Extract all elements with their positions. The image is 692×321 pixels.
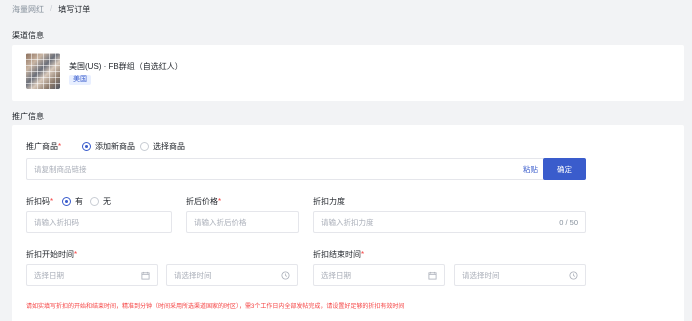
start-time-picker[interactable]: 请选择时间 [166, 264, 298, 286]
calendar-icon [428, 271, 437, 280]
end-time-picker[interactable]: 请选择时间 [454, 264, 586, 286]
radio-dot [140, 142, 149, 151]
breadcrumb-parent[interactable]: 海量网红 [12, 4, 44, 15]
channel-section-title: 渠道信息 [12, 31, 44, 40]
clock-icon [281, 270, 290, 280]
country-tag: 美国 [69, 75, 91, 85]
breadcrumb-separator: / [50, 4, 53, 13]
discount-strength-label: 折扣力度 [313, 197, 345, 206]
price-after-label: 折后价格* [186, 197, 222, 206]
breadcrumb: 海量网红 / 填写订单 [12, 4, 90, 15]
radio-discount-yes[interactable]: 有 [62, 196, 83, 207]
price-after-input[interactable]: 请输入折后价格 [186, 211, 299, 233]
radio-dot [90, 197, 99, 206]
channel-thumbnail [26, 53, 60, 89]
end-date-picker[interactable]: 选择日期 [313, 264, 445, 286]
discount-code-input[interactable]: 请输入折扣码 [26, 211, 172, 233]
start-date-picker[interactable]: 选择日期 [26, 264, 158, 286]
radio-discount-no[interactable]: 无 [90, 196, 111, 207]
discount-strength-input[interactable]: 请输入折扣力度 0 / 50 [313, 211, 586, 233]
char-counter: 0 / 50 [559, 217, 578, 227]
channel-card: 美国(US) · FB群组（自选红人） 美国 [12, 45, 684, 101]
radio-add-new-product[interactable]: 添加新商品 [82, 141, 135, 152]
discount-code-label: 折扣码* [26, 197, 54, 206]
calendar-icon [141, 271, 150, 280]
radio-dot [82, 142, 91, 151]
start-time-label: 折扣开始时间* [26, 250, 78, 259]
clock-icon [569, 270, 578, 280]
end-time-label: 折扣结束时间* [313, 250, 365, 259]
radio-select-product[interactable]: 选择商品 [140, 141, 185, 152]
channel-name: 美国(US) · FB群组（自选红人） [69, 62, 183, 71]
confirm-button[interactable]: 确定 [543, 158, 586, 180]
product-link-input[interactable]: 请复制商品链接 粘贴 [26, 158, 546, 180]
time-hint: 请如实填写折扣的开始和结束时间，精准到分钟（时间采用所选渠道国家的时区），需3个… [26, 304, 405, 310]
product-label: 推广商品* [26, 142, 62, 151]
promo-card: 推广商品* 添加新商品 选择商品 请复制商品链接 粘贴 确定 折扣码* 有 无 … [12, 125, 684, 321]
paste-button[interactable]: 粘贴 [523, 164, 538, 175]
breadcrumb-current: 填写订单 [58, 5, 91, 14]
radio-dot [62, 197, 71, 206]
promo-section-title: 推广信息 [12, 112, 44, 121]
